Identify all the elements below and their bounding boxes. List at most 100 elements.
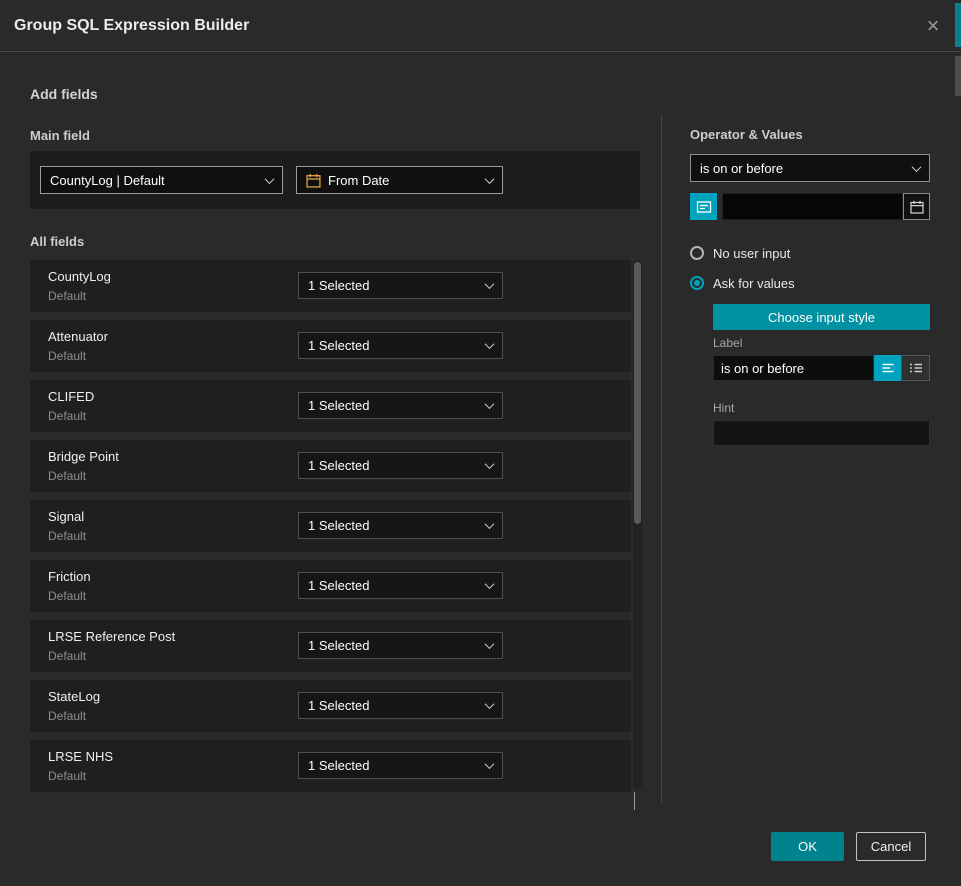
field-selected-dropdown[interactable]: 1 Selected [298,692,503,719]
ok-button[interactable]: OK [771,832,844,861]
radio-no-user-input[interactable]: No user input [690,245,790,261]
field-row-lrse-reference-post: LRSE Reference Post Default 1 Selected [30,620,631,672]
input-style-list-toggle[interactable] [901,355,930,381]
main-field-date-select-value: From Date [328,173,389,188]
chevron-down-icon [485,519,495,529]
dialog-title: Group SQL Expression Builder [14,0,249,52]
cancel-button[interactable]: Cancel [856,832,926,861]
hint-input[interactable] [713,420,930,446]
field-name: CountyLog [48,269,111,284]
align-left-lines-icon [881,361,895,375]
field-selected-value: 1 Selected [308,518,369,533]
field-selected-value: 1 Selected [308,758,369,773]
field-name: StateLog [48,689,100,704]
chevron-down-icon [485,399,495,409]
vertical-divider [661,115,662,803]
scrollbar-down-arrow-icon[interactable] [634,792,642,800]
radio-label: No user input [713,246,790,261]
window-edge-scrollbar[interactable] [955,0,961,886]
radio-circle-selected-icon [690,276,704,290]
radio-label: Ask for values [713,276,795,291]
field-selected-dropdown[interactable]: 1 Selected [298,632,503,659]
chevron-down-icon [485,699,495,709]
label-caption: Label [713,336,742,350]
field-selected-value: 1 Selected [308,278,369,293]
field-sublabel: Default [48,589,86,603]
edge-scrollbar-segment [955,56,961,96]
field-name: LRSE NHS [48,749,113,764]
field-sublabel: Default [48,649,86,663]
field-selected-value: 1 Selected [308,578,369,593]
close-icon[interactable]: × [921,14,945,38]
all-fields-label: All fields [30,234,84,249]
field-sublabel: Default [48,709,86,723]
field-sublabel: Default [48,409,86,423]
field-sublabel: Default [48,769,86,783]
field-lines-icon [696,199,712,215]
field-row-clifed: CLIFED Default 1 Selected [30,380,631,432]
list-icon [909,361,923,375]
add-fields-heading: Add fields [30,86,98,102]
field-row-statelog: StateLog Default 1 Selected [30,680,631,732]
chevron-down-icon [485,759,495,769]
field-selected-value: 1 Selected [308,638,369,653]
chevron-down-icon [485,459,495,469]
radio-circle-icon [690,246,704,260]
main-field-layer-select-value: CountyLog | Default [50,173,165,188]
main-field-layer-select[interactable]: CountyLog | Default [40,166,283,194]
field-sublabel: Default [48,469,86,483]
field-selected-value: 1 Selected [308,458,369,473]
main-field-date-select[interactable]: From Date [296,166,503,194]
choose-input-style-button[interactable]: Choose input style [713,304,930,330]
field-row-attenuator: Attenuator Default 1 Selected [30,320,631,372]
field-row-lrse-nhs: LRSE NHS Default 1 Selected [30,740,631,792]
field-selected-dropdown[interactable]: 1 Selected [298,392,503,419]
field-row-signal: Signal Default 1 Selected [30,500,631,552]
calendar-icon [910,200,924,214]
chevron-down-icon [912,162,922,172]
chevron-down-icon [485,279,495,289]
calendar-icon [306,173,321,188]
field-selected-value: 1 Selected [308,338,369,353]
field-name: Attenuator [48,329,108,344]
field-selected-value: 1 Selected [308,398,369,413]
radio-ask-for-values[interactable]: Ask for values [690,275,795,291]
dialog-header: Group SQL Expression Builder × [0,0,961,52]
chevron-down-icon [485,639,495,649]
field-name: Bridge Point [48,449,119,464]
operator-values-heading: Operator & Values [690,127,803,142]
operator-select-value: is on or before [700,161,783,176]
main-field-panel: CountyLog | Default From Date [30,151,640,209]
date-picker-button[interactable] [903,193,930,220]
chevron-down-icon [265,174,275,184]
operator-value-input[interactable] [722,193,903,220]
field-sublabel: Default [48,349,86,363]
field-selected-dropdown[interactable]: 1 Selected [298,272,503,299]
chevron-down-icon [485,339,495,349]
field-row-bridge-point: Bridge Point Default 1 Selected [30,440,631,492]
label-input[interactable] [713,355,874,381]
edge-scrollbar-thumb[interactable] [955,3,961,47]
field-selected-dropdown[interactable]: 1 Selected [298,332,503,359]
field-sublabel: Default [48,529,86,543]
list-scrollbar-track[interactable] [633,260,642,788]
field-row-friction: Friction Default 1 Selected [30,560,631,612]
list-scrollbar-thumb[interactable] [634,262,641,524]
field-name: LRSE Reference Post [48,629,175,644]
set-from-field-button[interactable] [690,193,717,220]
field-sublabel: Default [48,289,86,303]
group-sql-expression-builder-dialog: Group SQL Expression Builder × Add field… [0,0,961,886]
operator-select[interactable]: is on or before [690,154,930,182]
hint-caption: Hint [713,401,734,415]
main-field-label: Main field [30,128,90,143]
field-selected-dropdown[interactable]: 1 Selected [298,452,503,479]
field-selected-dropdown[interactable]: 1 Selected [298,752,503,779]
field-selected-value: 1 Selected [308,698,369,713]
field-selected-dropdown[interactable]: 1 Selected [298,512,503,539]
field-selected-dropdown[interactable]: 1 Selected [298,572,503,599]
field-name: Signal [48,509,84,524]
chevron-down-icon [485,174,495,184]
input-style-single-line-toggle[interactable] [874,355,901,381]
field-name: CLIFED [48,389,94,404]
field-row-countylog: CountyLog Default 1 Selected [30,260,631,312]
